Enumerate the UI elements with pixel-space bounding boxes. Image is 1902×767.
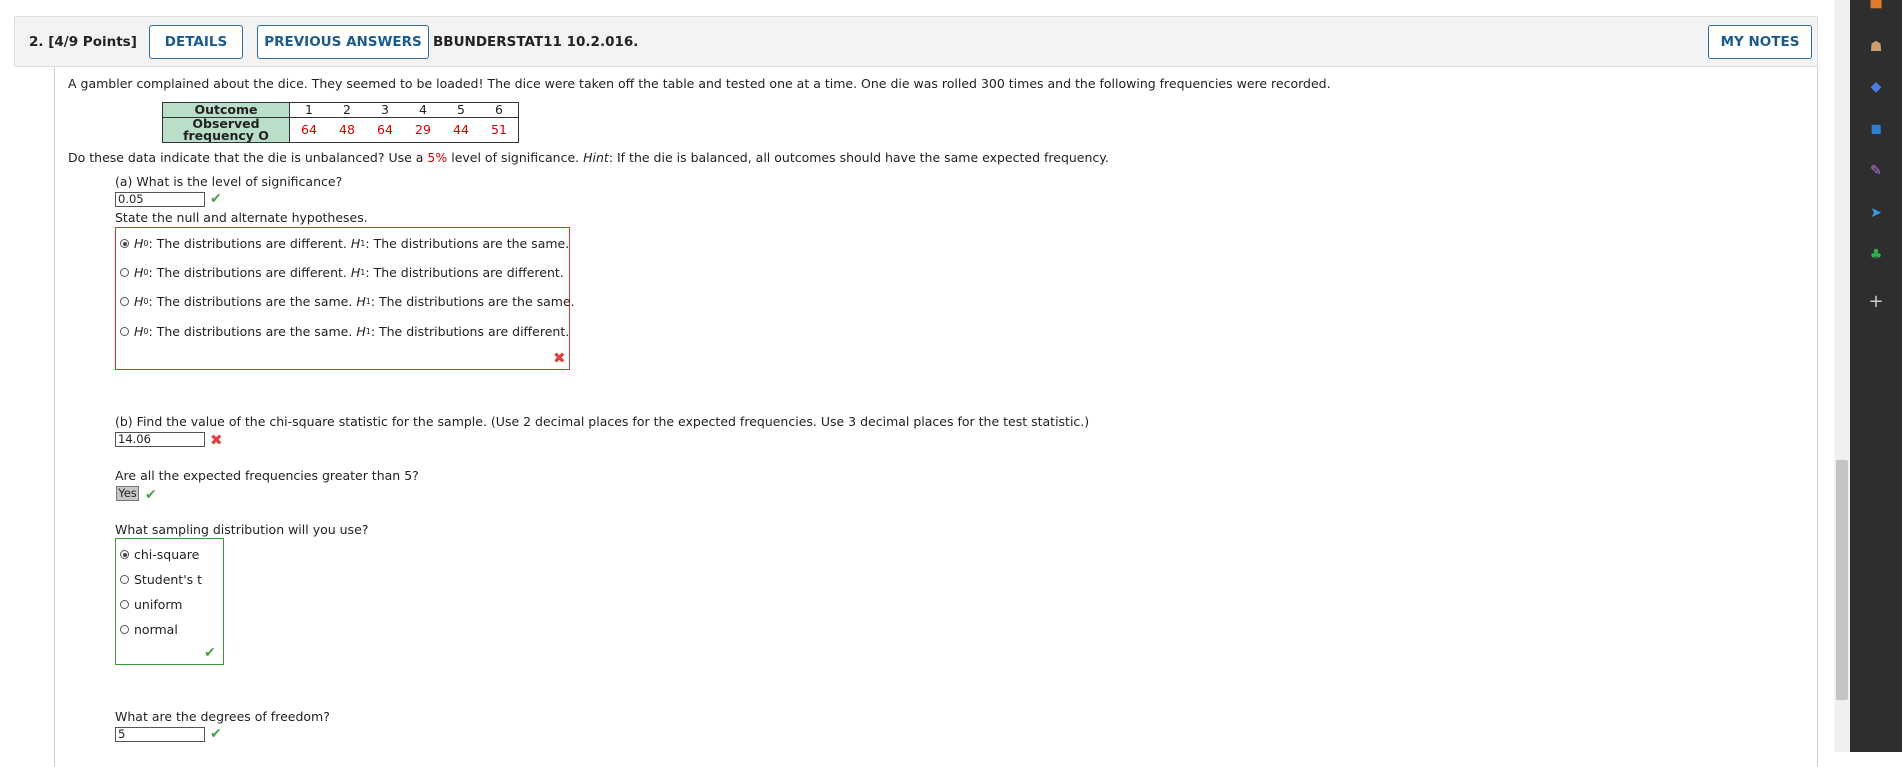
distribution-option-chi-square[interactable]: chi-square [120,547,199,562]
radio-button[interactable] [120,575,129,584]
question-text-mid: level of significance. [447,150,584,165]
outcome-cell: 2 [328,102,366,118]
part-b-prompt: (b) Find the value of the chi-square sta… [115,414,1090,429]
outcome-cell: 1 [289,102,328,118]
significance-value: 5% [427,150,448,165]
send-icon[interactable]: ➤ [1867,204,1885,222]
h0-text: The distributions are different. [156,265,347,280]
people-icon[interactable]: ☗ [1867,38,1885,56]
frequency-cell: 64 [366,117,404,143]
outlook-icon[interactable]: ◼ [1867,120,1885,138]
cross-icon: ✖ [553,349,566,367]
outcome-cell: 3 [366,102,404,118]
h0-text: The distributions are the same. [156,294,353,309]
table-header-observed: Observed frequency O [162,117,290,143]
frequency-cell: 29 [404,117,442,143]
distribution-option-normal[interactable]: normal [120,622,178,637]
option-label: normal [134,622,178,637]
frequency-cell: 64 [289,117,328,143]
check-icon: ✔ [204,645,216,661]
check-icon: ✔ [145,487,157,503]
my-notes-button[interactable]: MY NOTES [1708,25,1812,59]
vertical-scrollbar[interactable] [1834,0,1850,752]
part-a-prompt: (a) What is the level of significance? [115,174,343,189]
degrees-of-freedom-input[interactable]: 5 [115,727,205,742]
briefcase-icon[interactable]: ▀ [1867,0,1885,18]
copilot-icon[interactable]: ◆ [1867,78,1885,96]
frequency-label: frequency O [183,128,269,143]
radio-button[interactable] [120,625,129,634]
df-prompt: What are the degrees of freedom? [115,709,330,724]
cross-icon: ✖ [210,431,223,449]
question-code: BBUNDERSTAT11 10.2.016. [433,34,639,50]
distribution-option-student-t[interactable]: Student's t [120,572,202,587]
option-label: Student's t [134,572,203,587]
page: 2. [4/9 Points] DETAILS PREVIOUS ANSWERS… [0,0,1850,767]
radio-button[interactable] [120,239,129,248]
radio-button[interactable] [120,600,129,609]
add-icon[interactable]: + [1867,291,1885,312]
scrollbar-thumb[interactable] [1836,460,1848,700]
question-text-pre: Do these data indicate that the die is u… [68,150,428,165]
radio-button[interactable] [120,327,129,336]
frequency-cell: 51 [480,117,519,143]
hypothesis-option-4[interactable]: H0: The distributions are the same. H1: … [120,324,569,339]
previous-answers-button[interactable]: PREVIOUS ANSWERS [257,25,429,59]
details-button[interactable]: DETAILS [149,25,243,59]
hypothesis-option-3[interactable]: H0: The distributions are the same. H1: … [120,294,575,309]
hypothesis-option-2[interactable]: H0: The distributions are different. H1:… [120,265,564,280]
frequency-cell: 48 [328,117,366,143]
chi-square-input[interactable]: 14.06 [115,432,205,447]
distribution-prompt: What sampling distribution will you use? [115,522,369,537]
significance-input[interactable]: 0.05 [115,192,205,207]
question-header: 2. [4/9 Points] DETAILS PREVIOUS ANSWERS… [14,16,1818,67]
h0-text: The distributions are different. [156,236,347,251]
distribution-option-uniform[interactable]: uniform [120,597,182,612]
distribution-options: chi-square Student's t uniform normal ✔ [115,538,224,665]
option-label: chi-square [134,547,200,562]
expected-select[interactable]: Yes [116,486,139,501]
radio-button[interactable] [120,550,129,559]
question-number: 2. [4/9 Points] [29,34,137,50]
outcome-cell: 5 [442,102,480,118]
radio-button[interactable] [120,297,129,306]
browser-sidebar: ▀ ☗ ◆ ◼ ✎ ➤ ♣ + [1850,0,1902,752]
outcome-cell: 6 [480,102,519,118]
h1-text: The distributions are different. [379,324,570,339]
h1-text: The distributions are the same. [379,294,575,309]
outcome-cell: 4 [404,102,442,118]
frequency-cell: 44 [442,117,480,143]
check-icon: ✔ [210,191,222,207]
h0-text: The distributions are the same. [156,324,353,339]
frequency-table: Outcome 1 2 3 4 5 6 Observed frequency O… [162,102,519,143]
hypotheses-prompt: State the null and alternate hypotheses. [115,210,368,225]
hint-label: Hint [583,150,609,165]
tree-icon[interactable]: ♣ [1867,246,1885,264]
option-label: uniform [134,597,183,612]
radio-button[interactable] [120,268,129,277]
hypotheses-options: H0: The distributions are different. H1:… [115,227,575,370]
hypothesis-option-1[interactable]: H0: The distributions are different. H1:… [120,236,569,251]
check-icon: ✔ [210,726,222,742]
expected-prompt: Are all the expected frequencies greater… [115,468,419,483]
h1-text: The distributions are the same. [373,236,570,251]
problem-question: Do these data indicate that the die is u… [68,150,1109,165]
designer-icon[interactable]: ✎ [1867,162,1885,180]
h1-text: The distributions are different. [373,265,564,280]
problem-intro: A gambler complained about the dice. The… [68,76,1331,91]
question-text-post: : If the die is balanced, all outcomes s… [608,150,1109,165]
